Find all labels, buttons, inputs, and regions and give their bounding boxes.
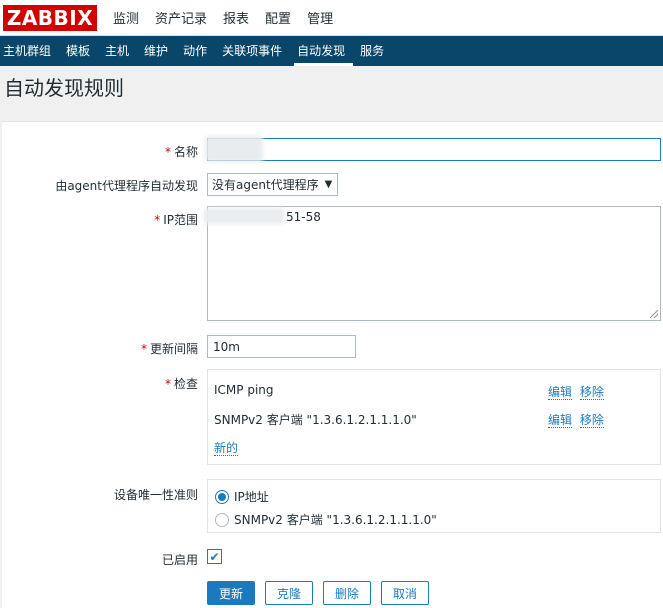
unique-option-ip-label: IP地址 — [234, 490, 269, 504]
unique-option-snmp-label: SNMPv2 客户端 "1.3.6.1.2.1.1.1.0" — [234, 513, 437, 527]
check-name-icmp: ICMP ping — [214, 383, 274, 397]
new-check-container: 新的 — [214, 439, 239, 456]
remove-check-icmp-link[interactable]: 移除 — [579, 385, 604, 400]
ip-range-value: 51-58 — [286, 210, 321, 224]
page-title: 自动发现规则 — [0, 66, 663, 111]
subnav-templates[interactable]: 模板 — [63, 36, 98, 66]
discovery-rule-form: * 名称 由agent代理程序自动发现 没有agent代理程序 ▼ * IP范围 5… — [2, 121, 663, 608]
subnav-hosts[interactable]: 主机 — [102, 36, 137, 66]
checks-box: ICMP ping 编辑 移除 SNMPv2 客户端 "1.3.6.1.2.1.… — [207, 369, 661, 465]
top-menu: 监测 资产记录 报表 配置 管理 — [105, 8, 341, 27]
subnav-discovery[interactable]: 自动发现 — [294, 36, 354, 66]
top-menu-inventory[interactable]: 资产记录 — [147, 8, 215, 27]
interval-value: 10m — [213, 339, 240, 354]
cancel-button[interactable]: 取消 — [381, 581, 429, 605]
checks-label: * 检查 — [164, 377, 198, 391]
unique-option-snmp[interactable]: SNMPv2 客户端 "1.3.6.1.2.1.1.1.0" — [215, 511, 437, 528]
enabled-label: 已启用 — [161, 553, 198, 567]
proxy-select[interactable]: 没有agent代理程序 ▼ — [207, 173, 338, 196]
proxy-select-value: 没有agent代理程序 — [212, 178, 319, 192]
unique-option-ip[interactable]: IP地址 — [215, 488, 269, 505]
blurred-ip — [204, 208, 284, 224]
new-check-link[interactable]: 新的 — [214, 441, 239, 456]
subnav-services[interactable]: 服务 — [357, 36, 392, 66]
delete-button[interactable]: 删除 — [323, 581, 371, 605]
subnav-correlation[interactable]: 关联项事件 — [219, 36, 290, 66]
interval-label: * 更新间隔 — [140, 342, 198, 356]
check-actions-icmp: 编辑 移除 — [548, 383, 604, 400]
enabled-checkbox[interactable]: ✔ — [207, 549, 222, 564]
uniqueness-box: IP地址 SNMPv2 客户端 "1.3.6.1.2.1.1.1.0" — [207, 479, 661, 533]
check-actions-snmp: 编辑 移除 — [548, 411, 604, 428]
edit-check-icmp-link[interactable]: 编辑 — [548, 385, 573, 400]
sub-navigation: 主机群组 模板 主机 维护 动作 关联项事件 自动发现 服务 — [0, 36, 663, 66]
top-menu-configuration[interactable]: 配置 — [257, 8, 299, 27]
zabbix-logo[interactable]: ZABBIX — [3, 4, 97, 31]
proxy-label: 由agent代理程序自动发现 — [55, 179, 198, 193]
checkmark-icon: ✔ — [209, 549, 220, 564]
resize-handle-icon[interactable] — [650, 310, 658, 318]
top-menu-administration[interactable]: 管理 — [299, 8, 341, 27]
top-navigation: ZABBIX 监测 资产记录 报表 配置 管理 — [0, 0, 663, 36]
top-menu-reports[interactable]: 报表 — [215, 8, 257, 27]
subnav-actions[interactable]: 动作 — [180, 36, 215, 66]
subnav-maintenance[interactable]: 维护 — [141, 36, 176, 66]
remove-check-snmp-link[interactable]: 移除 — [579, 413, 604, 428]
blurred-name — [205, 136, 263, 162]
interval-input[interactable]: 10m — [207, 335, 356, 358]
clone-button[interactable]: 克隆 — [265, 581, 313, 605]
radio-ip-selected[interactable] — [215, 489, 229, 504]
update-button[interactable]: 更新 — [207, 581, 255, 605]
subnav-host-groups[interactable]: 主机群组 — [0, 36, 59, 66]
ip-range-label: * IP范围 — [154, 213, 198, 227]
name-input[interactable] — [207, 138, 661, 161]
dropdown-arrow-icon: ▼ — [324, 179, 333, 190]
check-name-snmp: SNMPv2 客户端 "1.3.6.1.2.1.1.1.0" — [214, 413, 417, 427]
name-label: * 名称 — [164, 145, 198, 159]
uniqueness-label: 设备唯一性准则 — [113, 488, 198, 502]
radio-snmp[interactable] — [215, 512, 229, 527]
edit-check-snmp-link[interactable]: 编辑 — [548, 413, 573, 428]
top-menu-monitoring[interactable]: 监测 — [105, 8, 147, 27]
